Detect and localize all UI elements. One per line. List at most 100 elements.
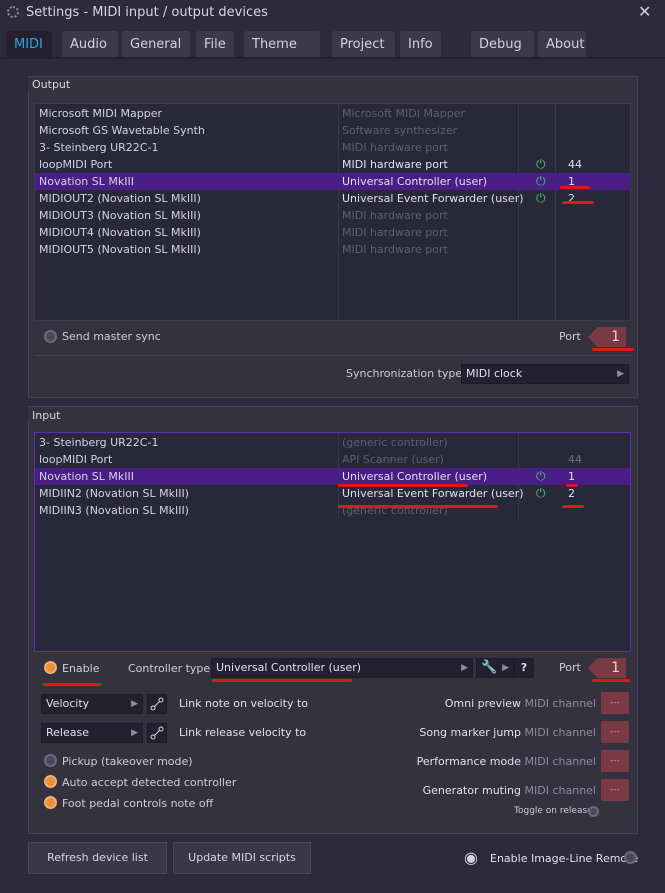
device-type[interactable]: MIDI hardware port (342, 139, 448, 156)
input-title: Input (28, 409, 65, 422)
device-name: Novation SL MkIII (39, 470, 134, 483)
device-row[interactable]: Novation SL MkIII Universal Controller (u… (35, 173, 630, 190)
annotation-underline (562, 201, 594, 204)
help-button[interactable]: ? (514, 658, 534, 678)
device-type[interactable]: Microsoft MIDI Mapper (342, 105, 465, 122)
midi-channel-text: MIDI channel (524, 697, 596, 710)
tab-divider (0, 57, 665, 59)
divider (34, 355, 631, 356)
midi-channel-text: MIDI channel (524, 784, 596, 797)
annotation-underline (592, 679, 630, 682)
generator-label: Generator muting MIDI channel (423, 784, 596, 797)
device-row[interactable]: MIDIOUT2 (Novation SL MkIII) Universal Ev… (35, 190, 630, 207)
link-release-icon[interactable] (147, 723, 167, 743)
tab-debug[interactable]: Debug (471, 31, 534, 58)
device-port[interactable]: 2 (568, 190, 575, 207)
device-row[interactable]: MIDIIN2 (Novation SL MkIII) Universal Eve… (35, 485, 630, 502)
device-name: MIDIOUT3 (Novation SL MkIII) (39, 209, 201, 222)
toggle-on-release-label: Toggle on release (514, 806, 593, 816)
controller-settings-button[interactable]: 🔧 ▶ (476, 658, 514, 678)
device-row[interactable]: Microsoft GS Wavetable Synth Software syn… (35, 122, 630, 139)
tab-audio[interactable]: Audio (62, 31, 118, 58)
device-row[interactable]: Novation SL MkIII Universal Controller (u… (35, 468, 630, 485)
velocity-dropdown[interactable]: Velocity ▶ (41, 694, 143, 714)
power-icon[interactable]: ⏻ (536, 468, 546, 485)
wrench-icon: 🔧 (481, 660, 498, 675)
device-row[interactable]: loopMIDI Port API Scanner (user) 44 (35, 451, 630, 468)
tab-midi[interactable]: MIDI (6, 31, 52, 58)
device-row[interactable]: 3- Steinberg UR22C-1 (generic controller) (35, 434, 630, 451)
release-value: Release (46, 726, 89, 739)
channel-name: Omni preview (444, 697, 522, 710)
tab-about[interactable]: About (538, 31, 586, 58)
release-dropdown[interactable]: Release ▶ (41, 723, 143, 743)
annotation-underline (338, 505, 498, 508)
device-row[interactable]: MIDIIN3 (Novation SL MkIII) (generic cont… (35, 502, 630, 519)
tab-file[interactable]: File (196, 31, 234, 58)
device-name: MIDIOUT5 (Novation SL MkIII) (39, 243, 201, 256)
sync-type-dropdown[interactable]: MIDI clock ▶ (461, 364, 629, 384)
power-icon[interactable]: ⏻ (536, 190, 546, 207)
device-type[interactable]: Universal Event Forwarder (user) (342, 190, 524, 207)
device-row[interactable]: Microsoft MIDI Mapper Microsoft MIDI Mapp… (35, 105, 630, 122)
device-name: 3- Steinberg UR22C-1 (39, 141, 159, 154)
tab-info[interactable]: Info (400, 31, 441, 58)
foot-pedal-radio[interactable] (44, 796, 57, 809)
omni-label: Omni preview MIDI channel (445, 697, 596, 710)
device-type[interactable]: MIDI hardware port (342, 207, 448, 224)
power-icon[interactable]: ⏻ (536, 485, 546, 502)
refresh-device-list-button[interactable]: Refresh device list (28, 842, 167, 874)
toggle-on-release-radio[interactable] (588, 806, 599, 817)
performance-label: Performance mode MIDI channel (417, 755, 596, 768)
link-velocity-icon[interactable] (147, 694, 167, 714)
device-type[interactable]: Universal Event Forwarder (user) (342, 485, 524, 502)
velocity-value: Velocity (46, 697, 90, 710)
send-master-sync-radio[interactable] (44, 330, 57, 343)
device-row[interactable]: loopMIDI Port MIDI hardware port ⏻ 44 (35, 156, 630, 173)
output-device-list[interactable]: Microsoft MIDI Mapper Microsoft MIDI Mapp… (34, 103, 631, 321)
device-type[interactable]: Universal Controller (user) (342, 173, 487, 190)
tab-project[interactable]: Project (332, 31, 395, 58)
device-type[interactable]: API Scanner (user) (342, 451, 444, 468)
device-port[interactable]: 44 (568, 156, 582, 173)
device-type[interactable]: MIDI hardware port (342, 224, 448, 241)
device-type[interactable]: Software synthesizer (342, 122, 457, 139)
pickup-radio[interactable] (44, 754, 57, 767)
device-type[interactable]: Universal Controller (user) (342, 468, 487, 485)
enable-radio[interactable] (44, 661, 57, 674)
device-row[interactable]: MIDIOUT5 (Novation SL MkIII) MIDI hardwar… (35, 241, 630, 258)
device-port[interactable]: 1 (568, 468, 575, 485)
device-type[interactable]: MIDI hardware port (342, 241, 448, 258)
power-icon[interactable]: ⏻ (536, 173, 546, 190)
tab-general[interactable]: General (122, 31, 190, 58)
close-icon[interactable]: ✕ (638, 2, 651, 21)
tab-theme[interactable]: Theme (244, 31, 320, 58)
device-type[interactable]: MIDI hardware port (342, 156, 448, 173)
performance-channel-chip[interactable]: --- (601, 750, 629, 772)
generator-channel-chip[interactable]: --- (601, 779, 629, 801)
omni-channel-chip[interactable]: --- (601, 692, 629, 714)
settings-gear-icon (7, 6, 19, 18)
device-row[interactable]: MIDIOUT4 (Novation SL MkIII) MIDI hardwar… (35, 224, 630, 241)
channel-name: Performance mode (416, 755, 522, 768)
annotation-underline (560, 186, 590, 189)
foot-pedal-label: Foot pedal controls note off (62, 797, 214, 810)
annotation-underline (338, 484, 468, 487)
device-port[interactable]: 44 (568, 451, 582, 468)
controller-type-dropdown[interactable]: Universal Controller (user) ▶ (211, 658, 473, 678)
update-midi-scripts-button[interactable]: Update MIDI scripts (173, 842, 311, 874)
input-device-list[interactable]: 3- Steinberg UR22C-1 (generic controller)… (34, 432, 631, 652)
remote-radio[interactable] (624, 851, 637, 864)
device-type[interactable]: (generic controller) (342, 434, 448, 451)
device-name: MIDIOUT4 (Novation SL MkIII) (39, 226, 201, 239)
annotation-underline (42, 683, 102, 686)
device-row[interactable]: MIDIOUT3 (Novation SL MkIII) MIDI hardwar… (35, 207, 630, 224)
device-port[interactable]: 2 (568, 485, 575, 502)
auto-accept-label: Auto accept detected controller (62, 776, 237, 789)
device-row[interactable]: 3- Steinberg UR22C-1 MIDI hardware port (35, 139, 630, 156)
song-marker-channel-chip[interactable]: --- (601, 721, 629, 743)
power-icon[interactable]: ⏻ (536, 156, 546, 173)
auto-accept-radio[interactable] (44, 775, 57, 788)
pickup-label: Pickup (takeover mode) (62, 755, 193, 768)
device-name: loopMIDI Port (39, 453, 113, 466)
